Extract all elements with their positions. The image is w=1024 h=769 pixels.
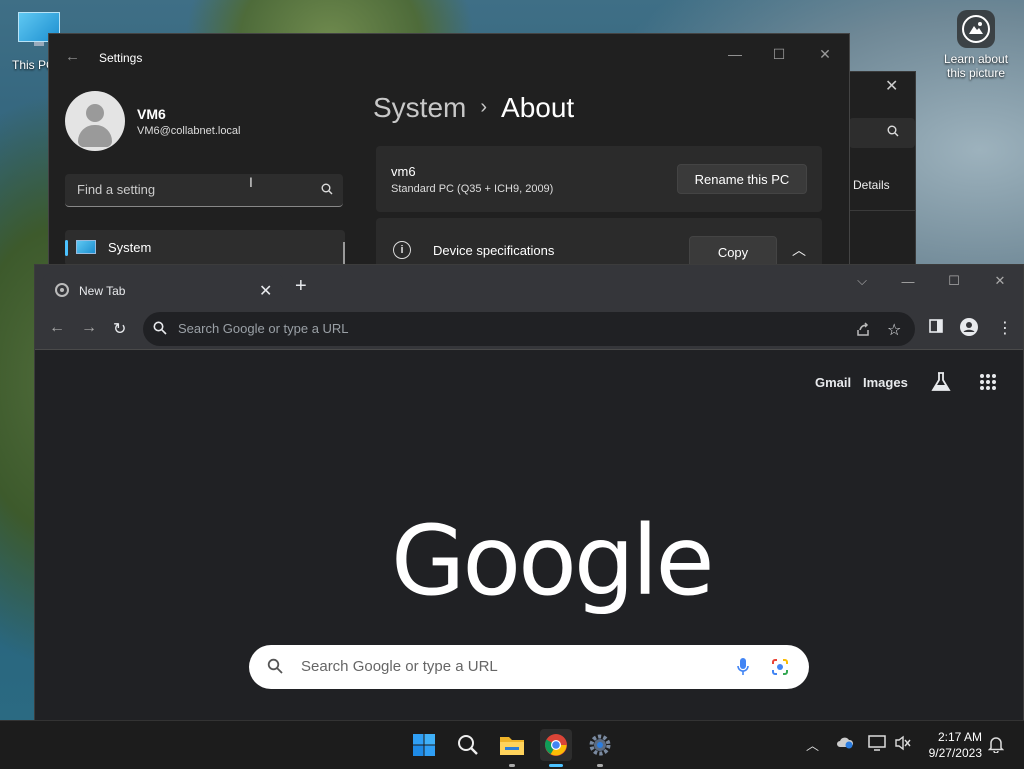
start-windows-icon[interactable] <box>408 729 440 761</box>
divider <box>849 210 915 211</box>
find-setting-box[interactable] <box>65 174 343 207</box>
close-icon[interactable]: ✕ <box>885 76 898 96</box>
user-name: VM6 <box>137 106 166 122</box>
device-specifications-card[interactable]: i Device specifications Copy ︿ <box>376 218 822 266</box>
chevron-right-icon: › <box>480 96 488 118</box>
voice-search-mic-icon[interactable] <box>737 657 749 682</box>
settings-window: ← Settings — ☐ ✕ VM6 VM6@collabnet.local… <box>48 33 850 267</box>
share-icon[interactable] <box>855 321 871 342</box>
search-icon <box>321 182 333 200</box>
back-arrow-icon[interactable]: ← <box>49 319 65 337</box>
show-hidden-icons-chevron-icon[interactable]: ︿ <box>806 735 819 754</box>
chrome-favicon-icon <box>55 283 69 297</box>
pc-name: vm6 <box>391 164 416 179</box>
reload-icon[interactable]: ↻ <box>113 319 126 339</box>
maximize-icon[interactable]: ☐ <box>931 269 977 293</box>
running-indicator <box>597 764 603 767</box>
chevron-up-icon[interactable]: ︿ <box>792 240 806 260</box>
selection-indicator <box>65 240 68 256</box>
pc-description: Standard PC (Q35 + ICH9, 2009) <box>391 183 554 195</box>
sidebar-item-label: System <box>108 240 152 255</box>
volume-muted-icon[interactable] <box>894 735 912 754</box>
device-specifications-label: Device specifications <box>433 243 555 258</box>
notification-bell-icon[interactable] <box>987 735 1005 756</box>
search-icon <box>267 658 283 679</box>
back-arrow-icon[interactable]: ← <box>65 48 80 65</box>
clock-date: 9/27/2023 <box>928 746 982 760</box>
google-lens-icon[interactable] <box>771 658 789 681</box>
taskbar: ︿ 2:17 AM 9/27/2023 <box>0 720 1024 769</box>
close-icon[interactable]: ✕ <box>977 269 1023 293</box>
settings-title: Settings <box>99 51 143 65</box>
tab-search-chevron-icon[interactable]: ⌵ <box>839 269 885 293</box>
tab-title: New Tab <box>79 284 126 298</box>
close-tab-icon[interactable]: ✕ <box>259 281 272 301</box>
chrome-taskbar-icon[interactable] <box>540 729 572 767</box>
bookmark-star-icon[interactable]: ☆ <box>887 320 901 340</box>
info-icon: i <box>393 241 411 259</box>
clock[interactable]: 2:17 AM 9/27/2023 <box>918 729 982 761</box>
google-logo: Google <box>391 505 715 617</box>
this-pc-label: This PC <box>12 58 52 72</box>
monitor-icon <box>76 240 96 254</box>
close-icon[interactable]: ✕ <box>803 40 847 68</box>
tab-strip: New Tab ✕ + ⌵ — ☐ ✕ <box>35 265 1023 309</box>
pc-name-card: vm6 Standard PC (Q35 + ICH9, 2009) Renam… <box>376 146 822 212</box>
sidebar-item-system[interactable]: System <box>65 230 345 266</box>
side-panel-icon[interactable] <box>929 319 943 338</box>
learn-about-picture[interactable]: Learn about this picture <box>940 10 1012 80</box>
chrome-window: New Tab ✕ + ⌵ — ☐ ✕ ← → ↻ ☆ ⋮ Gmail Imag… <box>34 264 1024 722</box>
tab-new-tab[interactable]: New Tab ✕ <box>43 273 283 309</box>
search-icon[interactable] <box>452 729 484 761</box>
find-setting-input[interactable] <box>75 181 309 198</box>
breadcrumb-system[interactable]: System <box>373 92 466 123</box>
search-icon <box>887 124 899 142</box>
minimize-icon[interactable]: — <box>713 40 757 68</box>
clock-time: 2:17 AM <box>937 730 982 744</box>
camera-icon <box>957 10 995 48</box>
background-search-box[interactable] <box>849 118 915 148</box>
toolbar: ← → ↻ ☆ ⋮ <box>35 309 1023 350</box>
menu-kebab-icon[interactable]: ⋮ <box>997 318 1013 338</box>
file-explorer-folder-icon[interactable] <box>496 729 528 767</box>
gmail-link[interactable]: Gmail <box>815 375 851 390</box>
omnibox[interactable]: ☆ <box>143 312 915 346</box>
new-tab-plus-icon[interactable]: + <box>295 276 307 296</box>
network-display-icon[interactable] <box>868 735 886 754</box>
user-email: VM6@collabnet.local <box>137 125 241 137</box>
ntp-search-box[interactable] <box>249 645 809 689</box>
search-icon <box>153 321 167 340</box>
forward-arrow-icon[interactable]: → <box>81 319 97 337</box>
images-link[interactable]: Images <box>863 375 908 390</box>
learn-label: Learn about this picture <box>943 52 1009 80</box>
profile-icon[interactable] <box>959 317 979 342</box>
omnibox-input[interactable] <box>176 320 800 337</box>
active-indicator <box>549 764 563 767</box>
running-indicator <box>509 764 515 767</box>
minimize-icon[interactable]: — <box>885 269 931 293</box>
avatar[interactable] <box>65 91 125 151</box>
settings-gear-icon[interactable] <box>584 729 616 767</box>
maximize-icon[interactable]: ☐ <box>757 40 801 68</box>
rename-pc-button[interactable]: Rename this PC <box>677 164 807 194</box>
page-title: About <box>501 92 575 123</box>
details-label[interactable]: Details <box>853 178 890 192</box>
onedrive-cloud-icon[interactable] <box>836 735 854 752</box>
breadcrumb: System › About <box>373 92 574 124</box>
text-cursor-icon: I <box>249 174 253 190</box>
labs-flask-icon[interactable] <box>931 371 951 398</box>
apps-grid-icon[interactable] <box>979 373 997 396</box>
ntp-search-input[interactable] <box>299 657 703 676</box>
copy-button[interactable]: Copy <box>689 236 777 266</box>
